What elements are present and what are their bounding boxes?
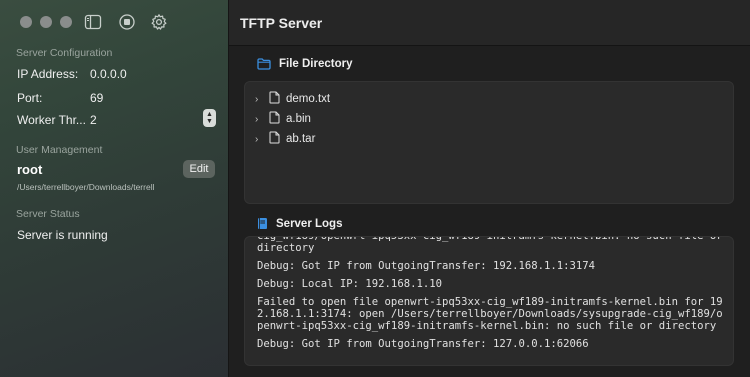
file-directory-header: File Directory [257,58,353,70]
file-row-ab-tar[interactable]: › ab.tar [255,131,315,147]
server-config-heading: Server Configuration [16,47,113,59]
document-icon [269,111,280,127]
folder-icon [257,58,271,70]
worker-threads-stepper[interactable]: ▲ ▼ [203,109,216,127]
chevron-down-icon[interactable]: ▼ [206,118,213,125]
close-window-button[interactable] [20,16,32,28]
user-management-heading: User Management [16,144,103,156]
log-entry: Debug: Got IP from OutgoingTransfer: 127… [257,338,589,350]
chevron-right-icon[interactable]: › [255,94,263,105]
document-icon [269,91,280,107]
server-logs-header: Server Logs [257,217,342,230]
worker-threads-field[interactable]: 2 [90,113,97,127]
minimize-window-button[interactable] [40,16,52,28]
user-root-path: /Users/terrellboyer/Downloads/terrell [17,182,155,192]
file-name: a.bin [286,113,311,125]
gear-icon[interactable] [150,13,168,31]
server-logs-view[interactable]: cig_wf189/openwrt-ipq53xx-cig_wf189-init… [244,236,734,366]
file-row-a-bin[interactable]: › a.bin [255,111,311,127]
server-status-heading: Server Status [16,208,80,220]
title-bar: TFTP Server [229,0,750,46]
window-controls [20,16,72,28]
stop-icon[interactable] [118,13,136,31]
worker-threads-label: Worker Thr... [17,113,86,127]
file-name: demo.txt [286,93,331,105]
file-directory-list: › demo.txt › a.bin › ab.tar [244,81,734,204]
main-panel: TFTP Server File Directory › demo.txt › … [229,0,750,377]
port-field[interactable]: 69 [90,91,103,105]
sidebar-toggle-icon[interactable] [84,13,102,31]
ip-address-field[interactable]: 0.0.0.0 [90,67,127,81]
log-entry: Debug: Local IP: 192.168.1.10 [257,278,442,290]
log-entry: cig_wf189/openwrt-ipq53xx-cig_wf189-init… [257,236,729,254]
chevron-up-icon[interactable]: ▲ [206,111,213,118]
sidebar: Server Configuration IP Address: 0.0.0.0… [0,0,229,377]
document-icon [269,131,280,147]
edit-user-button[interactable]: Edit [183,160,215,178]
ip-address-label: IP Address: [17,67,79,81]
book-icon [257,217,268,230]
file-name: ab.tar [286,133,316,145]
log-entry: Failed to open file openwrt-ipq53xx-cig_… [257,296,723,332]
file-row-demo[interactable]: › demo.txt [255,91,330,107]
window-title: TFTP Server [240,15,323,31]
user-name: root [17,162,43,177]
port-label: Port: [17,91,43,105]
log-entry: Debug: Got IP from OutgoingTransfer: 192… [257,260,596,272]
chevron-right-icon[interactable]: › [255,134,263,145]
file-directory-title: File Directory [279,58,353,70]
zoom-window-button[interactable] [60,16,72,28]
chevron-right-icon[interactable]: › [255,114,263,125]
server-status-text: Server is running [17,228,108,242]
server-logs-title: Server Logs [276,217,343,230]
